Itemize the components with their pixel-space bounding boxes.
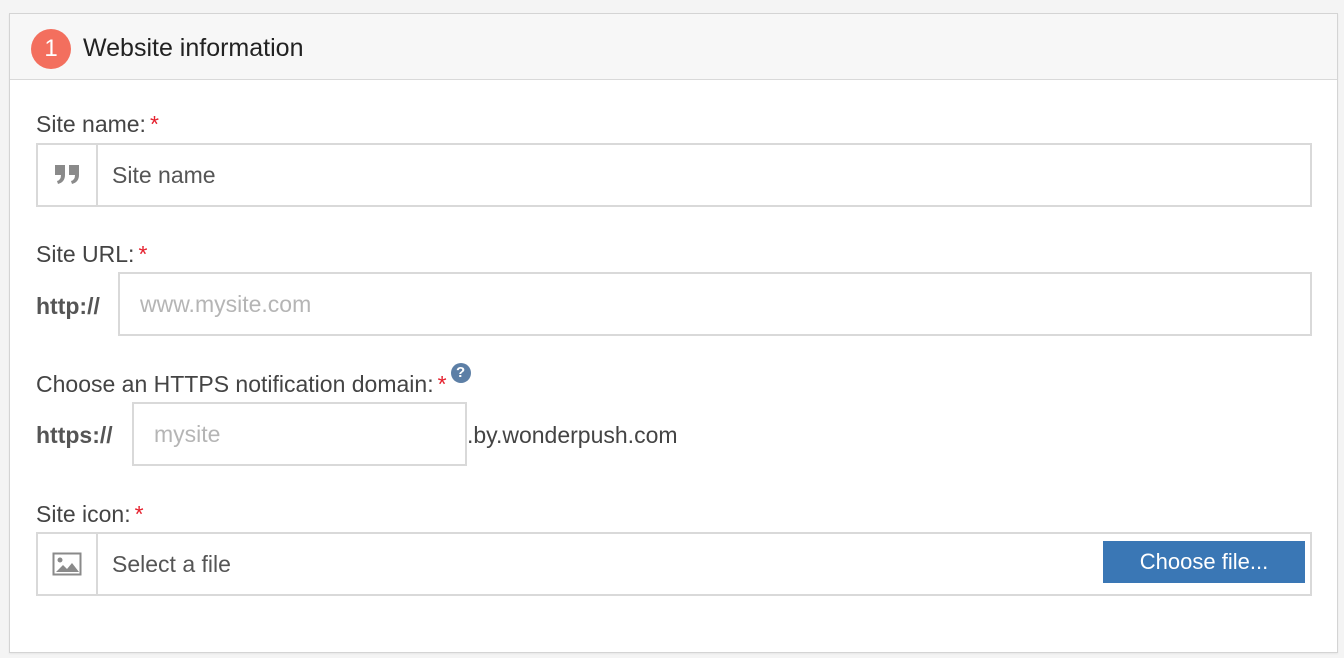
site-url-label: Site URL: * (36, 239, 147, 269)
https-prefix: https:// (36, 422, 113, 448)
panel-title: Website information (83, 34, 304, 62)
https-subdomain-input-group (132, 402, 467, 466)
selected-file-text: Select a file (112, 551, 231, 577)
site-icon-file-group: Select a file Choose file... (36, 532, 1312, 596)
quote-icon (38, 145, 98, 205)
image-icon (38, 534, 98, 594)
panel-header: 1 Website information (10, 14, 1337, 80)
http-prefix: http:// (36, 293, 100, 319)
https-domain-label-text: Choose an HTTPS notification domain: (36, 371, 434, 397)
site-name-label: Site name: * (36, 109, 159, 139)
website-information-panel: 1 Website information Site name:* Site U… (9, 13, 1338, 653)
site-name-input[interactable] (112, 159, 1292, 191)
site-name-input-group (36, 143, 1312, 207)
step-number-badge: 1 (31, 29, 71, 69)
site-url-input[interactable] (140, 288, 1290, 320)
choose-file-button[interactable]: Choose file... (1103, 541, 1305, 583)
site-name-label-text: Site name: (36, 111, 146, 137)
required-asterisk: * (149, 111, 159, 137)
required-asterisk: * (134, 501, 144, 527)
required-asterisk: * (437, 371, 447, 397)
site-url-label-text: Site URL: (36, 241, 135, 267)
required-asterisk: * (138, 241, 148, 267)
site-url-input-group (118, 272, 1312, 336)
question-circle-icon[interactable]: ? (450, 363, 471, 383)
site-icon-label: Site icon: * (36, 499, 144, 529)
https-domain-label: Choose an HTTPS notification domain: *? (36, 363, 471, 399)
site-icon-label-text: Site icon: (36, 501, 131, 527)
domain-suffix: .by.wonderpush.com (467, 422, 678, 448)
https-subdomain-input[interactable] (154, 418, 449, 450)
